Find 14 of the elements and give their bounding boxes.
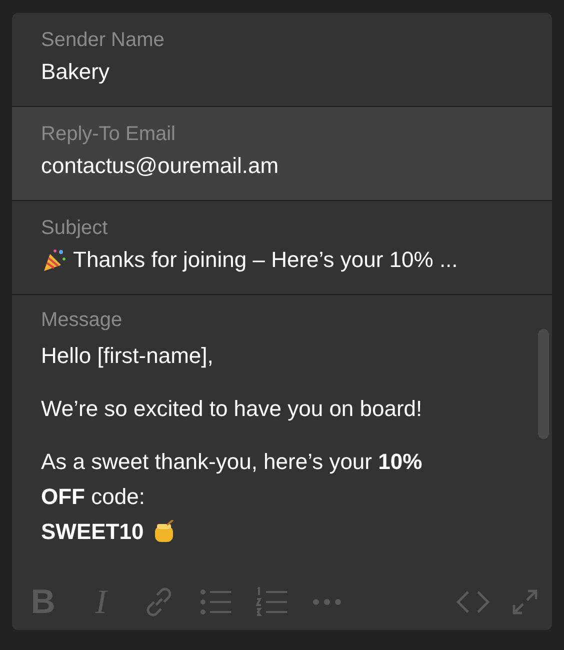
field-value: contactus@ouremail.am	[41, 152, 279, 180]
field-label: Reply-To Email	[41, 122, 176, 147]
field-value: Bakery	[41, 58, 110, 86]
field-value: Thanks for joining – Here’s your 10% ...	[73, 246, 458, 274]
field-label: Sender Name	[41, 28, 164, 53]
form-field[interactable]: Reply-To Email contactus@ouremail.am	[12, 107, 552, 201]
field-label: Subject	[41, 216, 108, 241]
message-text: SWEET10	[41, 518, 144, 546]
form-field[interactable]: Sender Name Bakery	[12, 13, 552, 107]
message-text: We’re so excited to have you on board!	[41, 395, 422, 423]
message-text: OFF code:	[41, 483, 145, 511]
message-text: As a sweet thank-you, here’s your 10%	[41, 448, 422, 476]
message-text: Hello [first-name],	[41, 342, 214, 370]
field-label: Message	[41, 308, 122, 333]
